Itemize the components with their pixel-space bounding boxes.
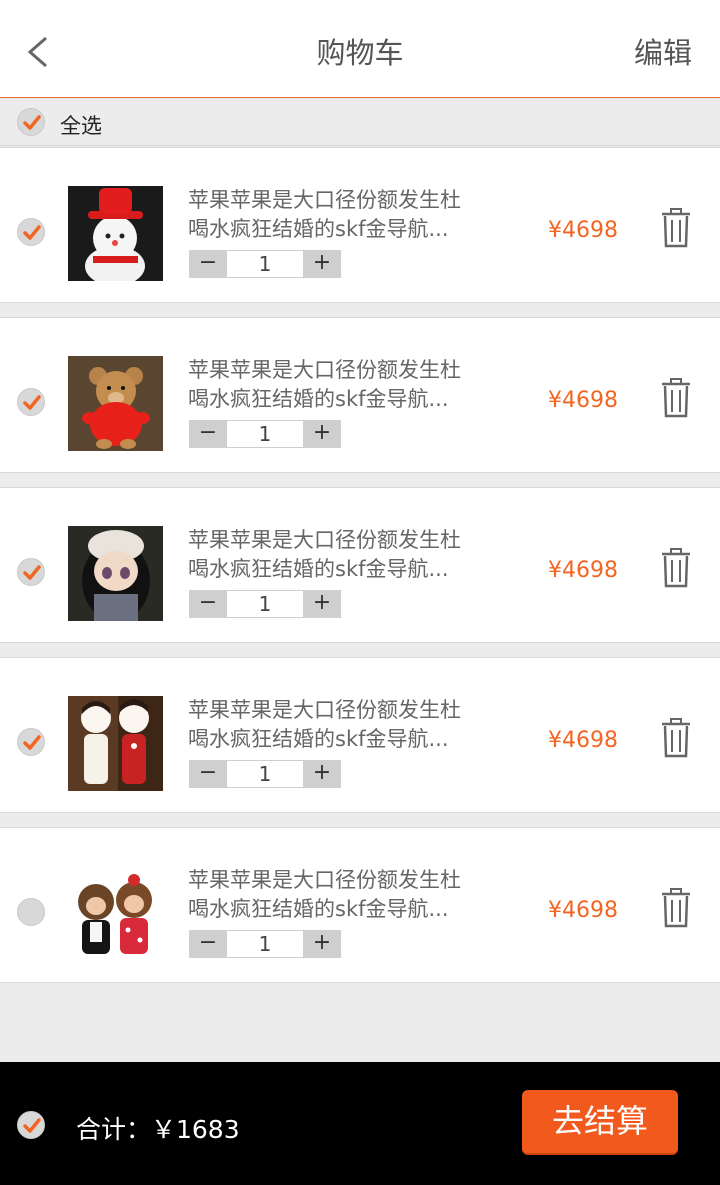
product-description[interactable]: 苹果苹果是大口径份额发生杜 喝水疯狂结婚的skf金导航... bbox=[188, 866, 498, 924]
footer-select-all-checkbox[interactable] bbox=[17, 1111, 45, 1139]
nav-header: 购物车 编辑 bbox=[0, 0, 720, 98]
cart-item: 苹果苹果是大口径份额发生杜 喝水疯狂结婚的skf金导航... − 1 + ¥46… bbox=[0, 657, 720, 813]
decrease-button[interactable]: − bbox=[189, 590, 227, 618]
product-description[interactable]: 苹果苹果是大口径份额发生杜 喝水疯狂结婚的skf金导航... bbox=[188, 696, 498, 754]
select-all-checkbox[interactable] bbox=[17, 108, 45, 136]
product-description[interactable]: 苹果苹果是大口径份额发生杜 喝水疯狂结婚的skf金导航... bbox=[188, 356, 498, 414]
select-all-row: 全选 bbox=[0, 98, 720, 146]
quantity-value[interactable]: 1 bbox=[227, 590, 303, 618]
quantity-stepper: − 1 + bbox=[189, 250, 341, 278]
cart-item: 苹果苹果是大口径份额发生杜 喝水疯狂结婚的skf金导航... − 1 + ¥46… bbox=[0, 827, 720, 983]
cart-item: 苹果苹果是大口径份额发生杜 喝水疯狂结婚的skf金导航... − 1 + ¥46… bbox=[0, 147, 720, 303]
item-checkbox[interactable] bbox=[17, 728, 45, 756]
checkmark-icon bbox=[23, 225, 41, 240]
delete-button[interactable] bbox=[658, 378, 694, 418]
product-description[interactable]: 苹果苹果是大口径份额发生杜 喝水疯狂结婚的skf金导航... bbox=[188, 526, 498, 584]
product-image-couple-dolls[interactable] bbox=[68, 696, 163, 791]
trash-icon bbox=[662, 208, 690, 248]
item-price: ¥4698 bbox=[548, 558, 618, 583]
trash-icon bbox=[662, 718, 690, 758]
edit-button[interactable]: 编辑 bbox=[634, 30, 692, 72]
checkmark-icon bbox=[23, 115, 41, 130]
product-image-snowman[interactable] bbox=[68, 186, 163, 281]
item-checkbox[interactable] bbox=[17, 388, 45, 416]
item-price: ¥4698 bbox=[548, 218, 618, 243]
checkmark-icon bbox=[23, 395, 41, 410]
select-all-label: 全选 bbox=[60, 114, 102, 138]
increase-button[interactable]: + bbox=[303, 590, 341, 618]
item-checkbox[interactable] bbox=[17, 898, 45, 926]
quantity-stepper: − 1 + bbox=[189, 760, 341, 788]
product-image-monchhichi[interactable] bbox=[68, 866, 163, 961]
cart-item: 苹果苹果是大口径份额发生杜 喝水疯狂结婚的skf金导航... − 1 + ¥46… bbox=[0, 487, 720, 643]
checkout-bar: 合计：￥1683 去结算 bbox=[0, 1062, 720, 1185]
total-amount: 合计：￥1683 bbox=[76, 1115, 240, 1144]
checkout-button[interactable]: 去结算 bbox=[522, 1090, 678, 1155]
increase-button[interactable]: + bbox=[303, 420, 341, 448]
doll-knit-hat-image bbox=[68, 526, 163, 621]
item-checkbox[interactable] bbox=[17, 558, 45, 586]
decrease-button[interactable]: − bbox=[189, 250, 227, 278]
checkmark-icon bbox=[23, 735, 41, 750]
increase-button[interactable]: + bbox=[303, 250, 341, 278]
product-image-doll[interactable] bbox=[68, 526, 163, 621]
trash-icon bbox=[662, 888, 690, 928]
delete-button[interactable] bbox=[658, 718, 694, 758]
quantity-value[interactable]: 1 bbox=[227, 250, 303, 278]
delete-button[interactable] bbox=[658, 888, 694, 928]
quantity-stepper: − 1 + bbox=[189, 590, 341, 618]
quantity-value[interactable]: 1 bbox=[227, 760, 303, 788]
quantity-stepper: − 1 + bbox=[189, 930, 341, 958]
trash-icon bbox=[662, 548, 690, 588]
item-price: ¥4698 bbox=[548, 728, 618, 753]
increase-button[interactable]: + bbox=[303, 930, 341, 958]
decrease-button[interactable]: − bbox=[189, 420, 227, 448]
teddy-bear-image bbox=[68, 356, 163, 451]
monchhichi-dolls-image bbox=[68, 866, 163, 961]
decrease-button[interactable]: − bbox=[189, 930, 227, 958]
increase-button[interactable]: + bbox=[303, 760, 341, 788]
checkmark-icon bbox=[23, 565, 41, 580]
cart-item: 苹果苹果是大口径份额发生杜 喝水疯狂结婚的skf金导航... − 1 + ¥46… bbox=[0, 317, 720, 473]
item-checkbox[interactable] bbox=[17, 218, 45, 246]
delete-button[interactable] bbox=[658, 208, 694, 248]
delete-button[interactable] bbox=[658, 548, 694, 588]
product-image-teddy[interactable] bbox=[68, 356, 163, 451]
item-price: ¥4698 bbox=[548, 898, 618, 923]
trash-icon bbox=[662, 378, 690, 418]
snowman-toy-image bbox=[68, 186, 163, 281]
quantity-value[interactable]: 1 bbox=[227, 930, 303, 958]
checkmark-icon bbox=[23, 1118, 41, 1133]
item-price: ¥4698 bbox=[548, 388, 618, 413]
couple-dolls-image bbox=[68, 696, 163, 791]
quantity-stepper: − 1 + bbox=[189, 420, 341, 448]
page-title: 购物车 bbox=[316, 36, 404, 70]
decrease-button[interactable]: − bbox=[189, 760, 227, 788]
product-description[interactable]: 苹果苹果是大口径份额发生杜 喝水疯狂结婚的skf金导航... bbox=[188, 186, 498, 244]
quantity-value[interactable]: 1 bbox=[227, 420, 303, 448]
